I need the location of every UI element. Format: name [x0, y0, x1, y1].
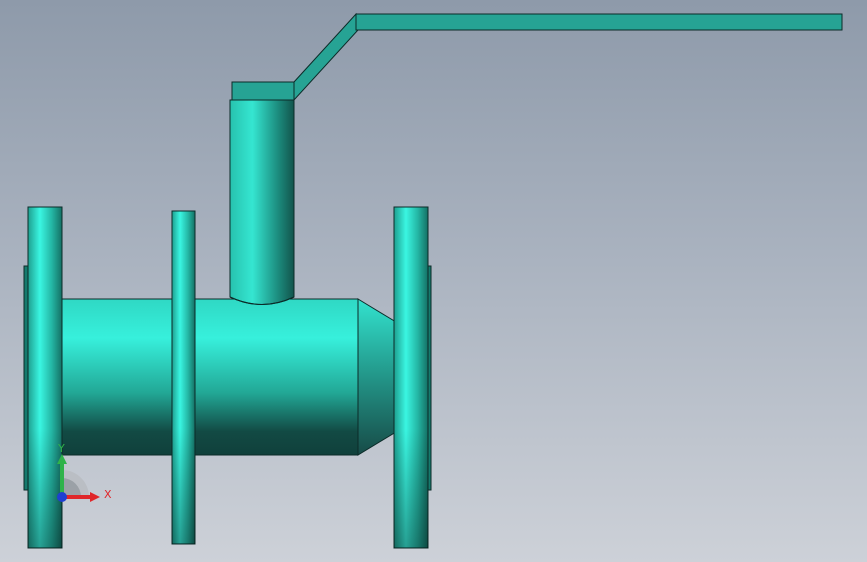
z-axis: [57, 492, 67, 502]
valve-model[interactable]: [0, 0, 867, 562]
coordinate-triad: X Y: [57, 442, 112, 502]
y-axis-label: Y: [57, 442, 65, 455]
handle-lever: [355, 13, 843, 31]
3d-viewport[interactable]: X Y: [0, 0, 867, 562]
handle-lever-bend: [293, 12, 359, 102]
handle-hub: [231, 81, 295, 101]
valve-body: [57, 298, 359, 456]
valve-cone: [357, 298, 397, 456]
x-axis-label: X: [104, 488, 112, 501]
valve-stem: [229, 99, 295, 305]
